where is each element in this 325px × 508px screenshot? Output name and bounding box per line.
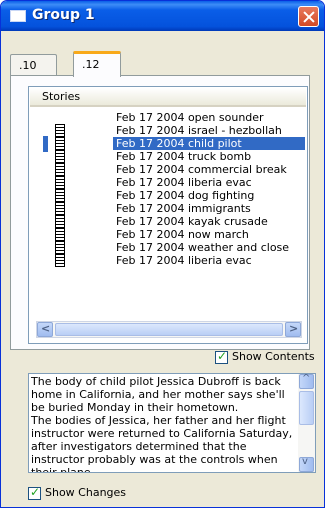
story-list-item[interactable]: Feb 17 2004 liberia evac	[43, 176, 305, 189]
story-list-item[interactable]: Feb 17 2004 commercial break	[43, 163, 305, 176]
chevron-right-icon: >	[289, 322, 299, 335]
scroll-down-button[interactable]: v	[299, 456, 314, 472]
tab-12[interactable]: .12	[73, 51, 121, 77]
document-icon	[55, 176, 65, 189]
story-list-item[interactable]: Feb 17 2004 israel - hezbollah	[43, 124, 305, 137]
scroll-left-button[interactable]: <	[37, 322, 53, 337]
vertical-scroll-thumb[interactable]	[299, 391, 314, 425]
story-label: Feb 17 2004 dog fighting	[116, 189, 255, 202]
story-label: Feb 17 2004 child pilot	[113, 137, 305, 150]
story-label: Feb 17 2004 weather and close	[116, 241, 290, 254]
scroll-up-button[interactable]: ^	[299, 374, 314, 389]
chevron-up-icon: ^	[302, 373, 311, 384]
story-label: Feb 17 2004 now march	[116, 228, 249, 241]
show-changes-checkbox[interactable]	[28, 485, 41, 500]
document-icon	[55, 202, 65, 215]
story-list-item[interactable]: Feb 17 2004 now march	[43, 228, 305, 241]
story-list-item[interactable]: Feb 17 2004 truck bomb	[43, 150, 305, 163]
document-icon	[55, 150, 65, 163]
story-list-item[interactable]: Feb 17 2004 weather and close	[43, 241, 305, 254]
contents-text: The body of child pilot Jessica Dubroff …	[31, 375, 293, 473]
scroll-right-button[interactable]: >	[285, 322, 301, 337]
contents-text-area[interactable]: The body of child pilot Jessica Dubroff …	[28, 373, 316, 473]
document-icon	[55, 124, 65, 137]
window-title: Group 1	[32, 7, 95, 23]
chevron-left-icon: <	[41, 322, 51, 335]
vertical-scrollbar[interactable]: ^ v	[298, 374, 315, 472]
document-icon	[55, 163, 65, 176]
story-label: Feb 17 2004 liberia evac	[116, 176, 252, 189]
show-contents-label[interactable]: Show Contents	[232, 350, 315, 363]
story-label: Feb 17 2004 israel - hezbollah	[116, 124, 282, 137]
story-label: Feb 17 2004 open sounder	[116, 111, 264, 124]
show-changes-label[interactable]: Show Changes	[45, 486, 126, 499]
window-icon	[10, 10, 26, 22]
title-bar[interactable]: Group 1	[1, 1, 324, 31]
story-list-item[interactable]: Feb 17 2004 dog fighting	[43, 189, 305, 202]
story-label: Feb 17 2004 kayak crusade	[116, 215, 268, 228]
story-list-item[interactable]: Feb 17 2004 child pilot	[43, 136, 305, 152]
story-label: Feb 17 2004 liberia evac	[116, 254, 252, 267]
document-icon	[55, 241, 65, 254]
show-contents-checkbox[interactable]	[215, 349, 228, 364]
story-label: Feb 17 2004 commercial break	[116, 163, 287, 176]
story-list-item[interactable]: Feb 17 2004 immigrants	[43, 202, 305, 215]
group-window: Group 1 .10 .12 Stories Feb 17 2004 open…	[0, 0, 325, 508]
horizontal-scroll-thumb[interactable]	[55, 323, 283, 336]
document-icon	[55, 215, 65, 228]
stories-column-header[interactable]: Stories	[30, 88, 306, 107]
horizontal-scrollbar[interactable]: < >	[36, 321, 302, 338]
stories-list[interactable]: Stories Feb 17 2004 open sounder Feb 17 2…	[28, 86, 308, 344]
document-icon	[55, 254, 65, 267]
story-list-item[interactable]: Feb 17 2004 liberia evac	[43, 254, 305, 267]
tab-10[interactable]: .10	[10, 54, 57, 76]
story-list-item[interactable]: Feb 17 2004 open sounder	[43, 111, 305, 124]
chevron-down-icon: v	[302, 456, 308, 467]
document-icon	[55, 189, 65, 202]
document-icon	[55, 228, 65, 241]
story-label: Feb 17 2004 truck bomb	[116, 150, 252, 163]
story-label: Feb 17 2004 immigrants	[116, 202, 251, 215]
close-button[interactable]	[298, 6, 319, 27]
story-list-item[interactable]: Feb 17 2004 kayak crusade	[43, 215, 305, 228]
document-icon	[55, 137, 65, 150]
